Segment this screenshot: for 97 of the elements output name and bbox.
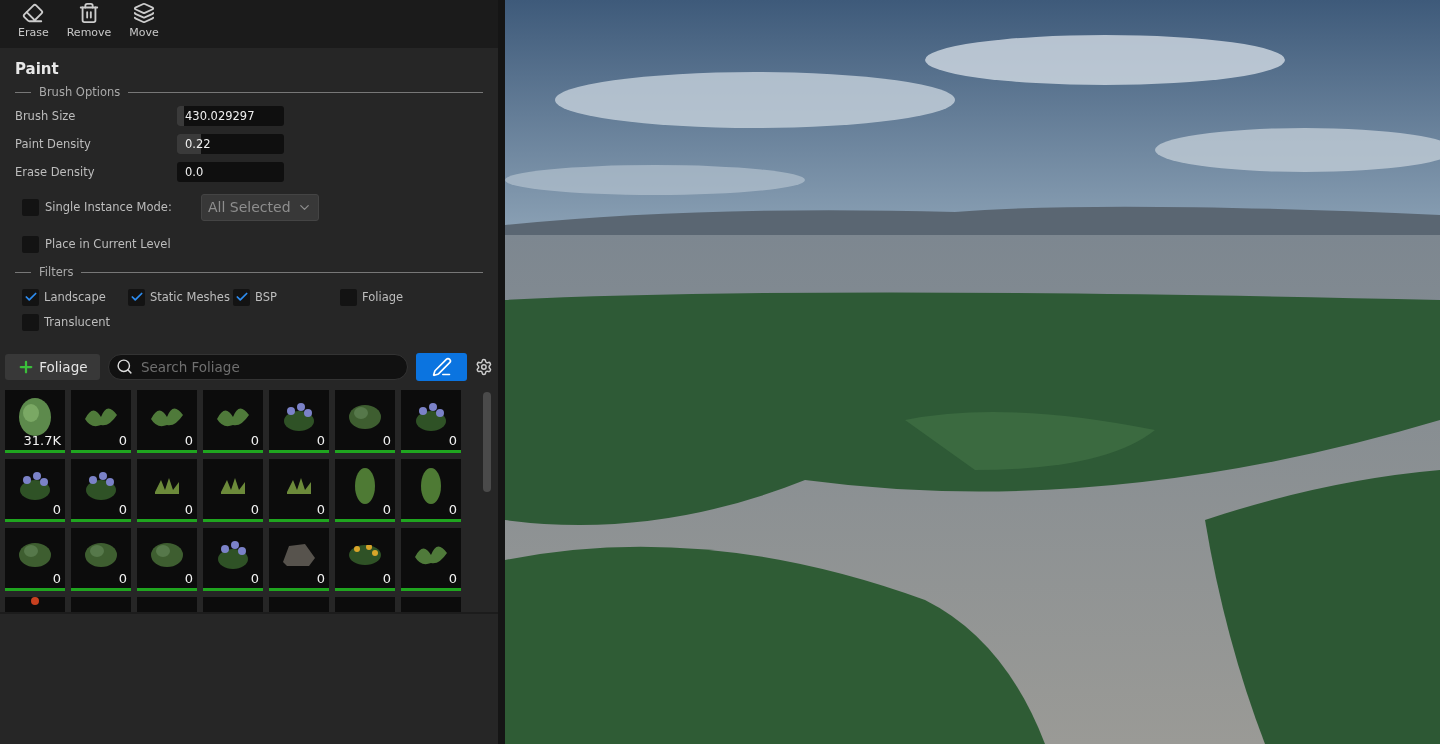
foliage-tile[interactable]: 31.7K bbox=[5, 390, 65, 453]
instance-count: 0 bbox=[448, 433, 457, 448]
foliage-tile[interactable]: 0 bbox=[203, 390, 263, 453]
flower-icon bbox=[86, 472, 116, 500]
rock-icon bbox=[283, 544, 315, 566]
field-label: Brush Size bbox=[15, 109, 77, 123]
flower-icon bbox=[349, 545, 381, 565]
instance-count: 0 bbox=[52, 571, 61, 586]
foliage-tile[interactable]: 0 bbox=[71, 528, 131, 591]
foliage-tile[interactable]: 0 bbox=[269, 390, 329, 453]
settings-icon[interactable] bbox=[475, 358, 493, 376]
foliage-tile[interactable]: 0 bbox=[5, 459, 65, 522]
foliage-tile[interactable]: 0 bbox=[137, 459, 197, 522]
checkbox[interactable] bbox=[233, 288, 250, 306]
foliage-tile[interactable]: 0 bbox=[137, 528, 197, 591]
instance-count: 0 bbox=[316, 433, 325, 448]
instance-count: 0 bbox=[382, 433, 391, 448]
tool-button[interactable]: Erase bbox=[16, 2, 51, 48]
section-title: Paint bbox=[14, 59, 60, 80]
instance-count: 0 bbox=[118, 502, 127, 517]
checkbox[interactable] bbox=[22, 288, 39, 306]
foliage-tile[interactable]: 0 bbox=[335, 528, 395, 591]
foliage-tile[interactable]: 0 bbox=[335, 459, 395, 522]
checkbox-label: Translucent bbox=[44, 315, 111, 329]
shrub-icon bbox=[421, 468, 441, 504]
instance-count: 0 bbox=[382, 571, 391, 586]
paint-mode-button[interactable] bbox=[415, 353, 468, 381]
checkbox-label: Foliage bbox=[362, 290, 404, 304]
number-field[interactable]: 430.029297 bbox=[177, 106, 284, 126]
flower-icon bbox=[284, 403, 314, 431]
instance-count: 0 bbox=[250, 571, 259, 586]
instance-count: 0 bbox=[184, 433, 193, 448]
grass-icon bbox=[155, 478, 179, 494]
pen-icon bbox=[431, 357, 452, 377]
instance-count: 0 bbox=[250, 502, 259, 517]
add-foliage-button[interactable]: Foliage bbox=[5, 354, 100, 380]
mode-dropdown[interactable]: All Selected bbox=[200, 193, 319, 221]
foliage-tile[interactable]: 0 bbox=[269, 459, 329, 522]
foliage-tile[interactable]: 0 bbox=[71, 459, 131, 522]
foliage-tile[interactable]: 0 bbox=[203, 528, 263, 591]
foliage-tile[interactable]: 0 bbox=[137, 390, 197, 453]
instance-count: 0 bbox=[316, 502, 325, 517]
foliage-tile[interactable]: 0 bbox=[335, 390, 395, 453]
grass-icon bbox=[287, 478, 311, 494]
layers-icon bbox=[133, 2, 156, 24]
instance-count: 0 bbox=[118, 433, 127, 448]
checkbox-label: Static Meshes bbox=[150, 290, 230, 304]
checkbox[interactable] bbox=[128, 288, 145, 306]
checkbox-label: Single Instance Mode: bbox=[45, 200, 172, 214]
leaves-icon bbox=[415, 543, 447, 567]
group-heading: Brush Options bbox=[39, 85, 121, 99]
eraser-icon bbox=[22, 2, 45, 24]
instance-count: 0 bbox=[52, 502, 61, 517]
field-label: Erase Density bbox=[15, 165, 96, 179]
bush-icon bbox=[85, 543, 117, 567]
leaves-icon bbox=[151, 405, 183, 429]
instance-count: 0 bbox=[448, 571, 457, 586]
search-icon bbox=[115, 358, 133, 375]
tool-button[interactable]: Remove bbox=[64, 2, 114, 48]
flower-icon bbox=[218, 541, 248, 569]
foliage-tile[interactable]: 0 bbox=[71, 390, 131, 453]
group-heading: Filters bbox=[39, 265, 74, 279]
grass-icon bbox=[221, 478, 245, 494]
field-label: Paint Density bbox=[15, 137, 92, 151]
bush-icon bbox=[151, 543, 183, 567]
foliage-tile[interactable]: 0 bbox=[401, 528, 461, 591]
shrub-icon bbox=[355, 468, 375, 504]
scrollbar[interactable] bbox=[483, 392, 491, 492]
foliage-tile[interactable]: 0 bbox=[401, 390, 461, 453]
foliage-tile[interactable]: 0 bbox=[401, 459, 461, 522]
tool-button[interactable]: Move bbox=[127, 2, 161, 48]
bush-icon bbox=[349, 405, 381, 429]
number-field[interactable]: 0.0 bbox=[177, 162, 284, 182]
instance-count: 0 bbox=[448, 502, 457, 517]
flower-icon bbox=[31, 597, 39, 605]
flower-icon bbox=[20, 472, 50, 500]
trash-icon bbox=[78, 2, 101, 24]
leaves-icon bbox=[85, 405, 117, 429]
checkbox-label: BSP bbox=[255, 290, 277, 304]
flower-icon bbox=[416, 403, 446, 431]
number-field[interactable]: 0.22 bbox=[177, 134, 284, 154]
foliage-tile[interactable]: 0 bbox=[269, 528, 329, 591]
instance-count: 0 bbox=[184, 571, 193, 586]
instance-count: 0 bbox=[184, 502, 193, 517]
bush-icon bbox=[19, 543, 51, 567]
foliage-tile[interactable]: 0 bbox=[203, 459, 263, 522]
checkbox-label: Place in Current Level bbox=[45, 237, 171, 251]
foliage-tile[interactable]: 0 bbox=[5, 528, 65, 591]
instance-count: 0 bbox=[316, 571, 325, 586]
instance-count: 0 bbox=[382, 502, 391, 517]
tree-icon bbox=[19, 398, 51, 436]
checkbox-label: Landscape bbox=[44, 290, 106, 304]
instance-count: 0 bbox=[250, 433, 259, 448]
instance-count: 0 bbox=[118, 571, 127, 586]
instance-count: 31.7K bbox=[23, 433, 61, 448]
search-field[interactable]: Search Foliage bbox=[107, 354, 408, 380]
leaves-icon bbox=[217, 405, 249, 429]
